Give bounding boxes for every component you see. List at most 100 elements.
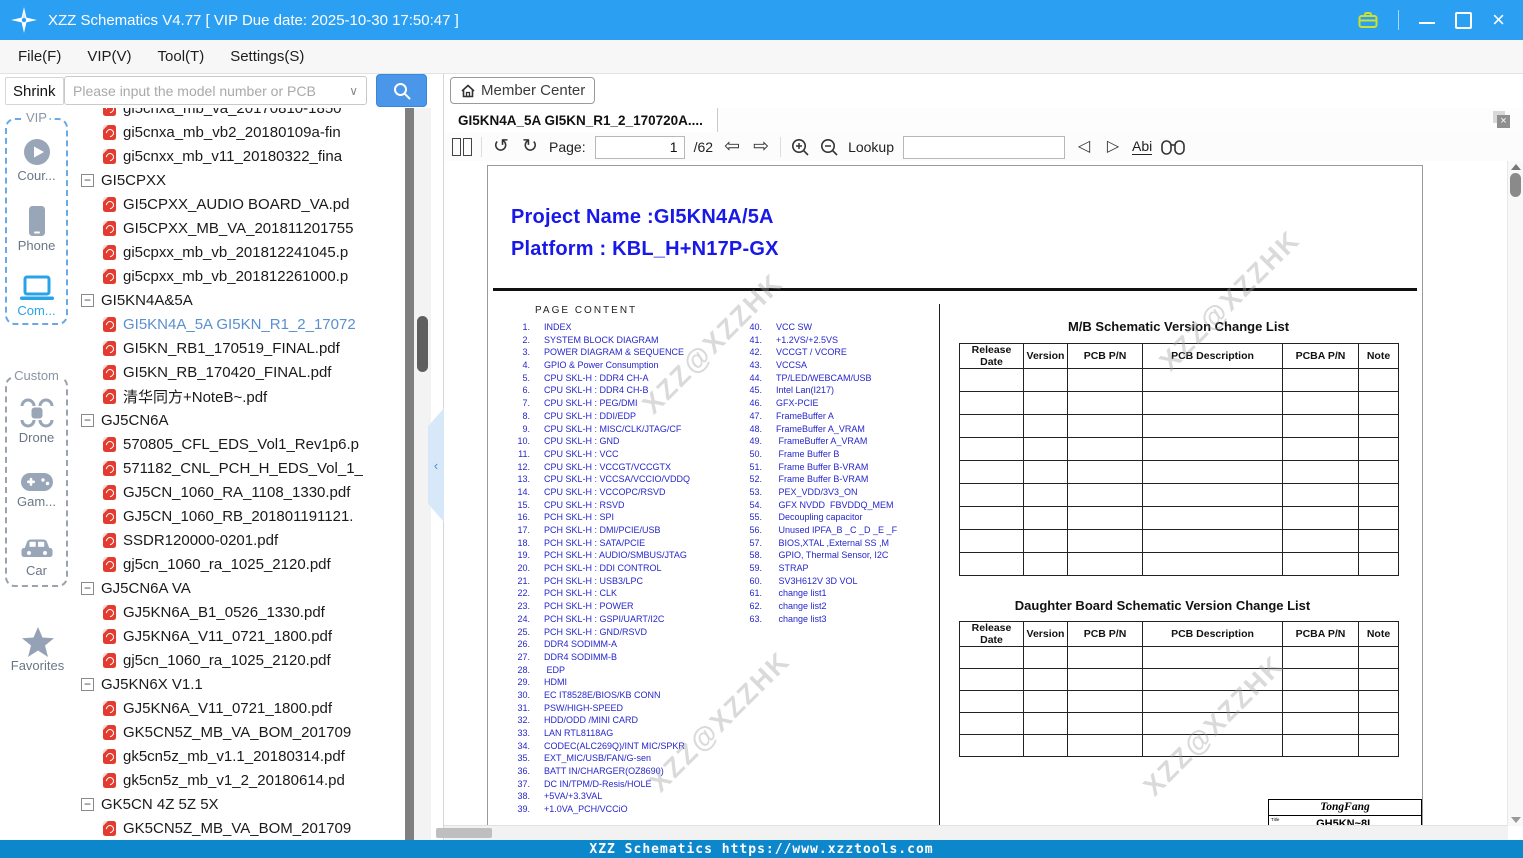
table-cell	[1282, 734, 1359, 757]
menu-file[interactable]: File(F)	[18, 48, 61, 65]
close-all-tabs-icon[interactable]: ×	[1493, 111, 1511, 129]
two-page-view-button[interactable]	[452, 136, 472, 158]
collapse-panel-handle[interactable]: ‹	[428, 408, 444, 522]
search-button[interactable]	[376, 74, 427, 107]
toc-item: 16. PCH SKL-H : SPI	[508, 511, 690, 524]
pdf-file-icon	[103, 652, 116, 668]
toc-item-number: 34.	[517, 740, 530, 751]
table-cell	[1358, 552, 1399, 576]
toc-item-number: 58.	[749, 550, 762, 561]
sidebar-item-label: Phone	[17, 238, 56, 253]
menu-tool[interactable]: Tool(T)	[158, 48, 205, 65]
horizontal-scroll-thumb[interactable]	[436, 828, 492, 838]
tree-file[interactable]: GJ5KN6A_B1_0526_1330.pdf	[75, 600, 405, 624]
tree-file[interactable]: GJ5CN_1060_RA_1108_1330.pdf	[75, 480, 405, 504]
menu-vip[interactable]: VIP(V)	[87, 48, 131, 65]
tree-file[interactable]: gj5cn_1060_ra_1025_2120.pdf	[75, 648, 405, 672]
sidebar-item-drone[interactable]: Drone	[7, 397, 66, 445]
tree-item-label: GJ5CN6A VA	[101, 579, 191, 597]
briefcase-icon[interactable]	[1358, 11, 1378, 29]
document-tab[interactable]: GI5KN4A_5A GI5KN_R1_2_170720A....	[444, 108, 718, 132]
tree-file[interactable]: GK5CN5Z_MB_VA_BOM_201709	[75, 816, 405, 840]
sidebar-item-course[interactable]: Cour...	[7, 137, 66, 183]
scroll-down-arrow[interactable]	[1511, 817, 1521, 823]
collapse-node-icon[interactable]: −	[81, 797, 94, 811]
shrink-button[interactable]: Shrink	[5, 77, 64, 105]
tree-file[interactable]: GJ5CN_1060_RB_201801191121.	[75, 504, 405, 528]
vertical-scrollbar[interactable]	[1507, 161, 1523, 826]
member-center-button[interactable]: Member Center	[450, 77, 596, 104]
tree-file[interactable]: gi5cnxx_mb_v11_20180322_fina	[75, 144, 405, 168]
table-header-cell: PCBA P/N	[1282, 343, 1359, 369]
maximize-button[interactable]	[1455, 11, 1473, 29]
tree-folder[interactable]: − GI5CPXX	[75, 168, 405, 192]
pdf-file-icon	[103, 604, 116, 620]
tree-file[interactable]: gi5cnxa_mb_va_20170810-1850	[75, 108, 405, 120]
tree-file[interactable]: gi5cpxx_mb_vb_201812261000.p	[75, 264, 405, 288]
tree-folder[interactable]: − GJ5CN6A	[75, 408, 405, 432]
tree-scrollbar[interactable]	[405, 108, 414, 840]
tree-file[interactable]: GK5CN5Z_MB_VA_BOM_201709	[75, 720, 405, 744]
scroll-up-arrow[interactable]	[1511, 164, 1521, 170]
tree-file[interactable]: GI5CPXX_AUDIO BOARD_VA.pd	[75, 192, 405, 216]
rotate-right-button[interactable]: ↻	[520, 136, 540, 158]
tree-file[interactable]: gi5cpxx_mb_vb_201812241045.p	[75, 240, 405, 264]
find-previous-button[interactable]: ◁	[1074, 136, 1094, 158]
tree-file[interactable]: SSDR120000-0201.pdf	[75, 528, 405, 552]
tree-folder[interactable]: − GI5KN4A&5A	[75, 288, 405, 312]
search-input[interactable]	[65, 77, 350, 104]
tree-file[interactable]: gj5cn_1060_ra_1025_2120.pdf	[75, 552, 405, 576]
table-cell	[959, 712, 1024, 735]
rotate-left-button[interactable]: ↺	[491, 136, 511, 158]
tree-file[interactable]: GI5CPXX_MB_VA_201811201755	[75, 216, 405, 240]
table-cell	[1023, 552, 1068, 576]
chevron-down-icon[interactable]: ∨	[349, 84, 366, 98]
collapse-node-icon[interactable]: −	[81, 293, 94, 307]
minimize-button[interactable]	[1419, 22, 1436, 24]
tree-file[interactable]: gi5cnxa_mb_vb2_20180109a-fin	[75, 120, 405, 144]
tree-file[interactable]: 570805_CFL_EDS_Vol1_Rev1p6.p	[75, 432, 405, 456]
tree-file[interactable]: gk5cn5z_mb_v1_2_20180614.pd	[75, 768, 405, 792]
panel-scrollbar-thumb[interactable]	[417, 316, 428, 372]
page-number-input[interactable]	[594, 135, 685, 159]
tree-folder[interactable]: − GJ5CN6A VA	[75, 576, 405, 600]
lookup-input[interactable]	[903, 135, 1065, 159]
collapse-node-icon[interactable]: −	[81, 173, 94, 187]
table-cell	[1023, 483, 1068, 507]
tree-file[interactable]: GI5KN_RB_170420_FINAL.pdf	[75, 360, 405, 384]
sidebar-item-car[interactable]: Car	[7, 536, 66, 578]
zoom-out-button[interactable]	[819, 136, 839, 158]
tree-file[interactable]: gk5cn5z_mb_v1.1_20180314.pdf	[75, 744, 405, 768]
previous-page-button[interactable]: ⇦	[722, 136, 742, 158]
sidebar-item-phone[interactable]: Phone	[7, 205, 66, 253]
match-case-button[interactable]: Abi	[1132, 139, 1153, 155]
toc-item-text: PCH SKL-H : USB3/LPC	[544, 575, 644, 586]
menu-settings[interactable]: Settings(S)	[230, 48, 304, 65]
collapse-node-icon[interactable]: −	[81, 413, 94, 427]
binoculars-search-button[interactable]	[1161, 136, 1186, 158]
tree-file[interactable]: GI5KN_RB1_170519_FINAL.pdf	[75, 336, 405, 360]
toc-item-text: GPIO & Power Consumption	[544, 360, 659, 371]
sidebar-item-computer[interactable]: Com...	[7, 275, 66, 318]
table-cell	[959, 483, 1024, 507]
tree-item-label: GI5CPXX_AUDIO BOARD_VA.pd	[123, 195, 350, 213]
tree-file[interactable]: GJ5KN6A_V11_0721_1800.pdf	[75, 696, 405, 720]
tree-folder[interactable]: − GJ5KN6X V1.1	[75, 672, 405, 696]
table-cell	[1067, 460, 1143, 484]
find-next-button[interactable]: ▷	[1103, 136, 1123, 158]
tree-file[interactable]: GJ5KN6A_V11_0721_1800.pdf	[75, 624, 405, 648]
zoom-in-button[interactable]	[790, 136, 810, 158]
tree-file[interactable]: 571182_CNL_PCH_H_EDS_Vol_1_	[75, 456, 405, 480]
sidebar-item-favorites[interactable]: Favorites	[0, 626, 75, 673]
tree-file[interactable]: GI5KN4A_5A GI5KN_R1_2_17072	[75, 312, 405, 336]
collapse-node-icon[interactable]: −	[81, 581, 94, 595]
tree-file[interactable]: 清华同方+NoteB~.pdf	[75, 384, 405, 408]
collapse-node-icon[interactable]: −	[81, 677, 94, 691]
pdf-file-icon	[103, 364, 116, 380]
sidebar-item-game[interactable]: Gam...	[7, 471, 66, 509]
horizontal-scrollbar[interactable]	[436, 825, 1508, 840]
next-page-button[interactable]: ⇨	[751, 136, 771, 158]
close-button[interactable]: ×	[1492, 9, 1505, 31]
tree-folder[interactable]: − GK5CN 4Z 5Z 5X	[75, 792, 405, 816]
vertical-scroll-thumb[interactable]	[1510, 173, 1521, 197]
